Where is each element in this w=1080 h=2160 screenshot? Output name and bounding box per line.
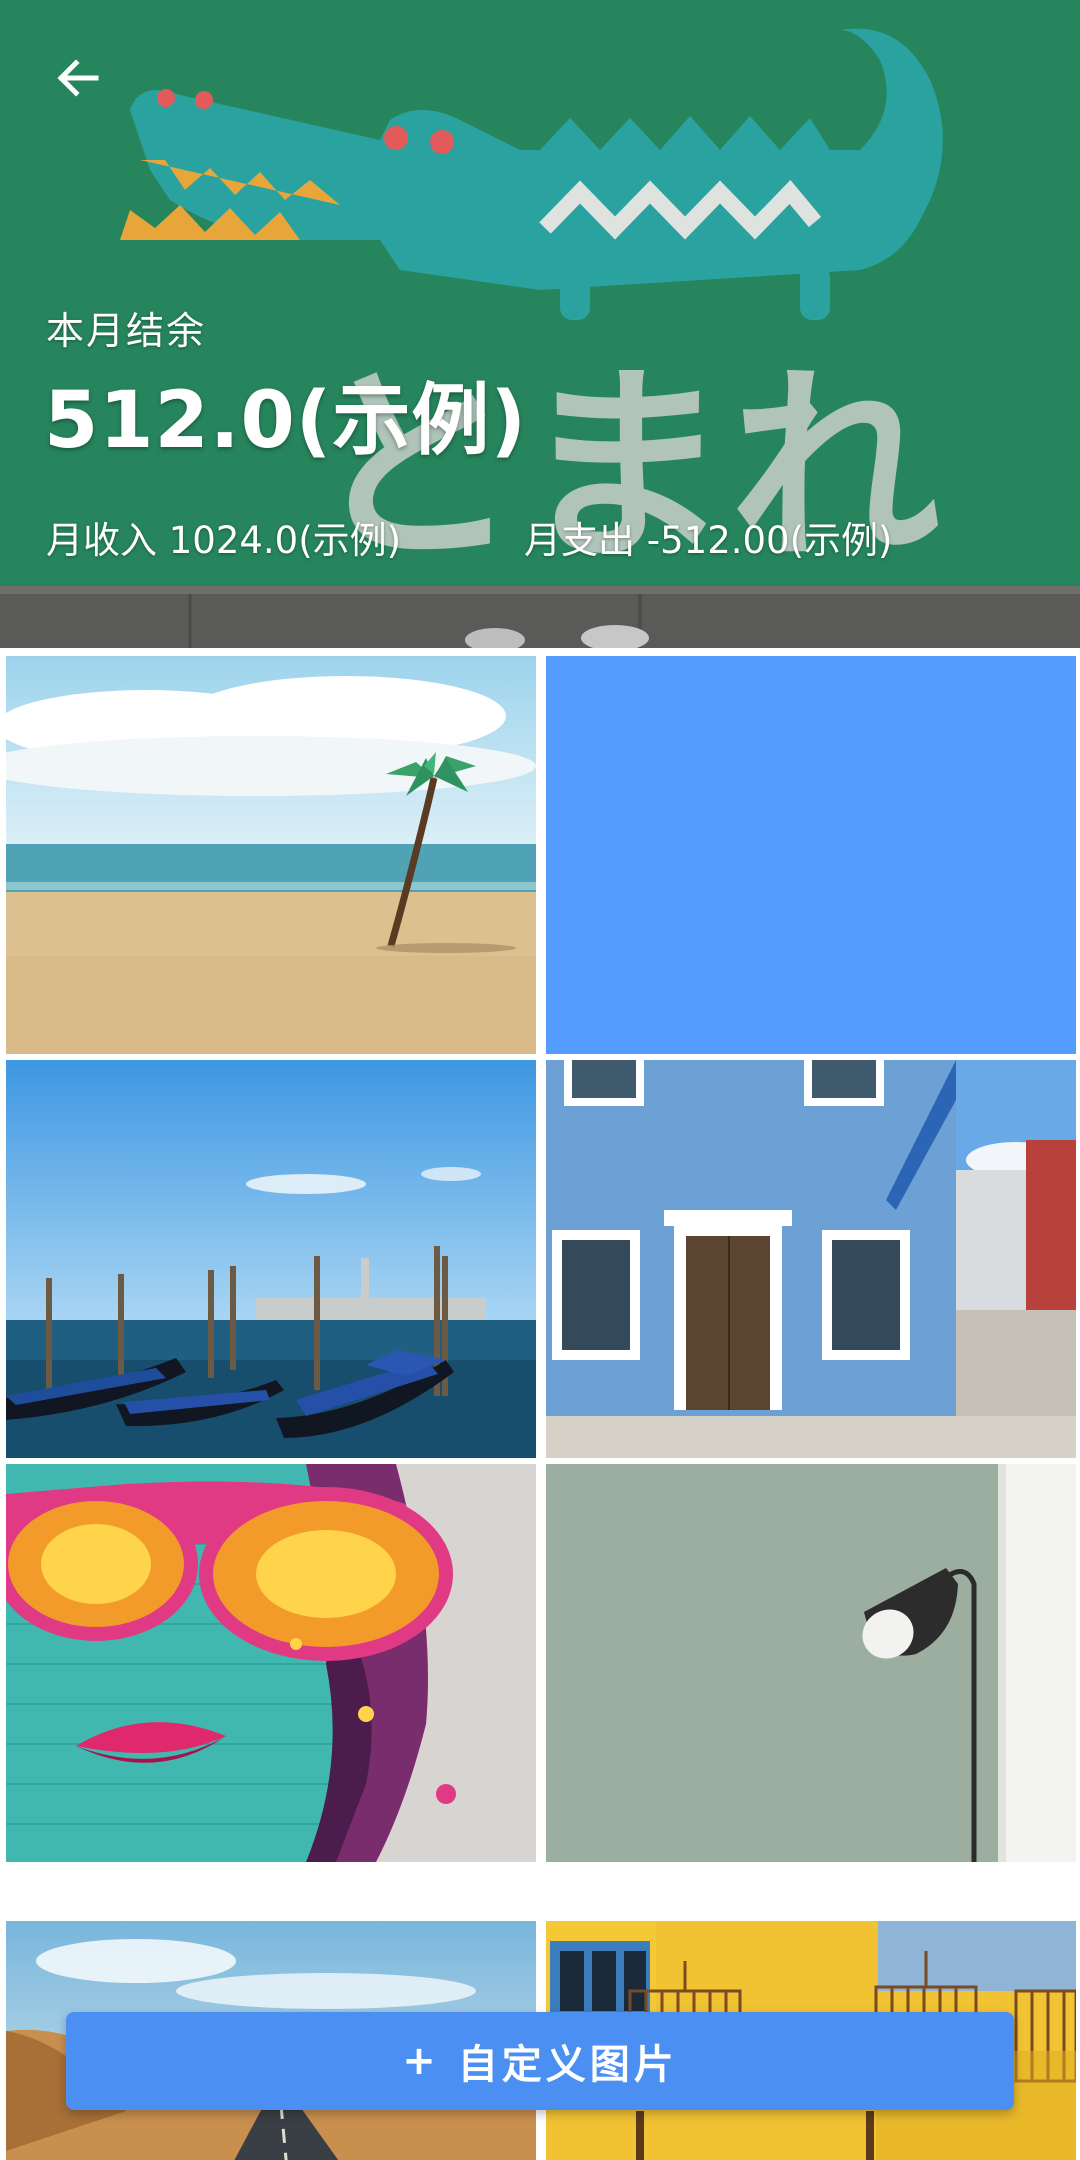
arrow-left-icon — [57, 59, 99, 97]
image-option-solid-blue[interactable] — [546, 656, 1076, 1054]
back-button[interactable] — [36, 36, 120, 120]
image-option-graffiti-face[interactable] — [6, 1464, 536, 1862]
image-option-beach-palm[interactable] — [6, 656, 536, 1054]
image-option-blue-house[interactable] — [546, 1060, 1076, 1458]
blue-house-image — [546, 1060, 1076, 1458]
image-option-lamp-wall[interactable] — [546, 1464, 1076, 1862]
image-option-venice-gondolas[interactable] — [6, 1060, 536, 1458]
venice-gondolas-image — [6, 1060, 536, 1458]
monthly-expense-text: 月支出 -512.00(示例) — [524, 519, 893, 562]
beach-palm-image — [6, 656, 536, 1054]
monthly-balance-value: 512.0(示例) — [44, 376, 528, 466]
screen: とまれ 本月结余 512.0(示例) 月收入 1024.0(示例) 月支出 -5… — [0, 0, 1080, 2160]
monthly-income-text: 月收入 1024.0(示例) — [46, 519, 402, 562]
monthly-balance-label: 本月结余 — [46, 309, 207, 353]
custom-image-label: 自定义图片 — [457, 2042, 678, 2088]
plus-icon: + — [402, 2038, 440, 2084]
background-image-grid — [0, 648, 1080, 2160]
solid-blue-swatch — [546, 656, 1076, 1054]
lamp-wall-image — [546, 1464, 1076, 1862]
balance-header-card: とまれ 本月结余 512.0(示例) 月收入 1024.0(示例) 月支出 -5… — [0, 0, 1080, 648]
custom-image-button[interactable]: + 自定义图片 — [66, 2012, 1014, 2110]
graffiti-face-image — [6, 1464, 536, 1862]
